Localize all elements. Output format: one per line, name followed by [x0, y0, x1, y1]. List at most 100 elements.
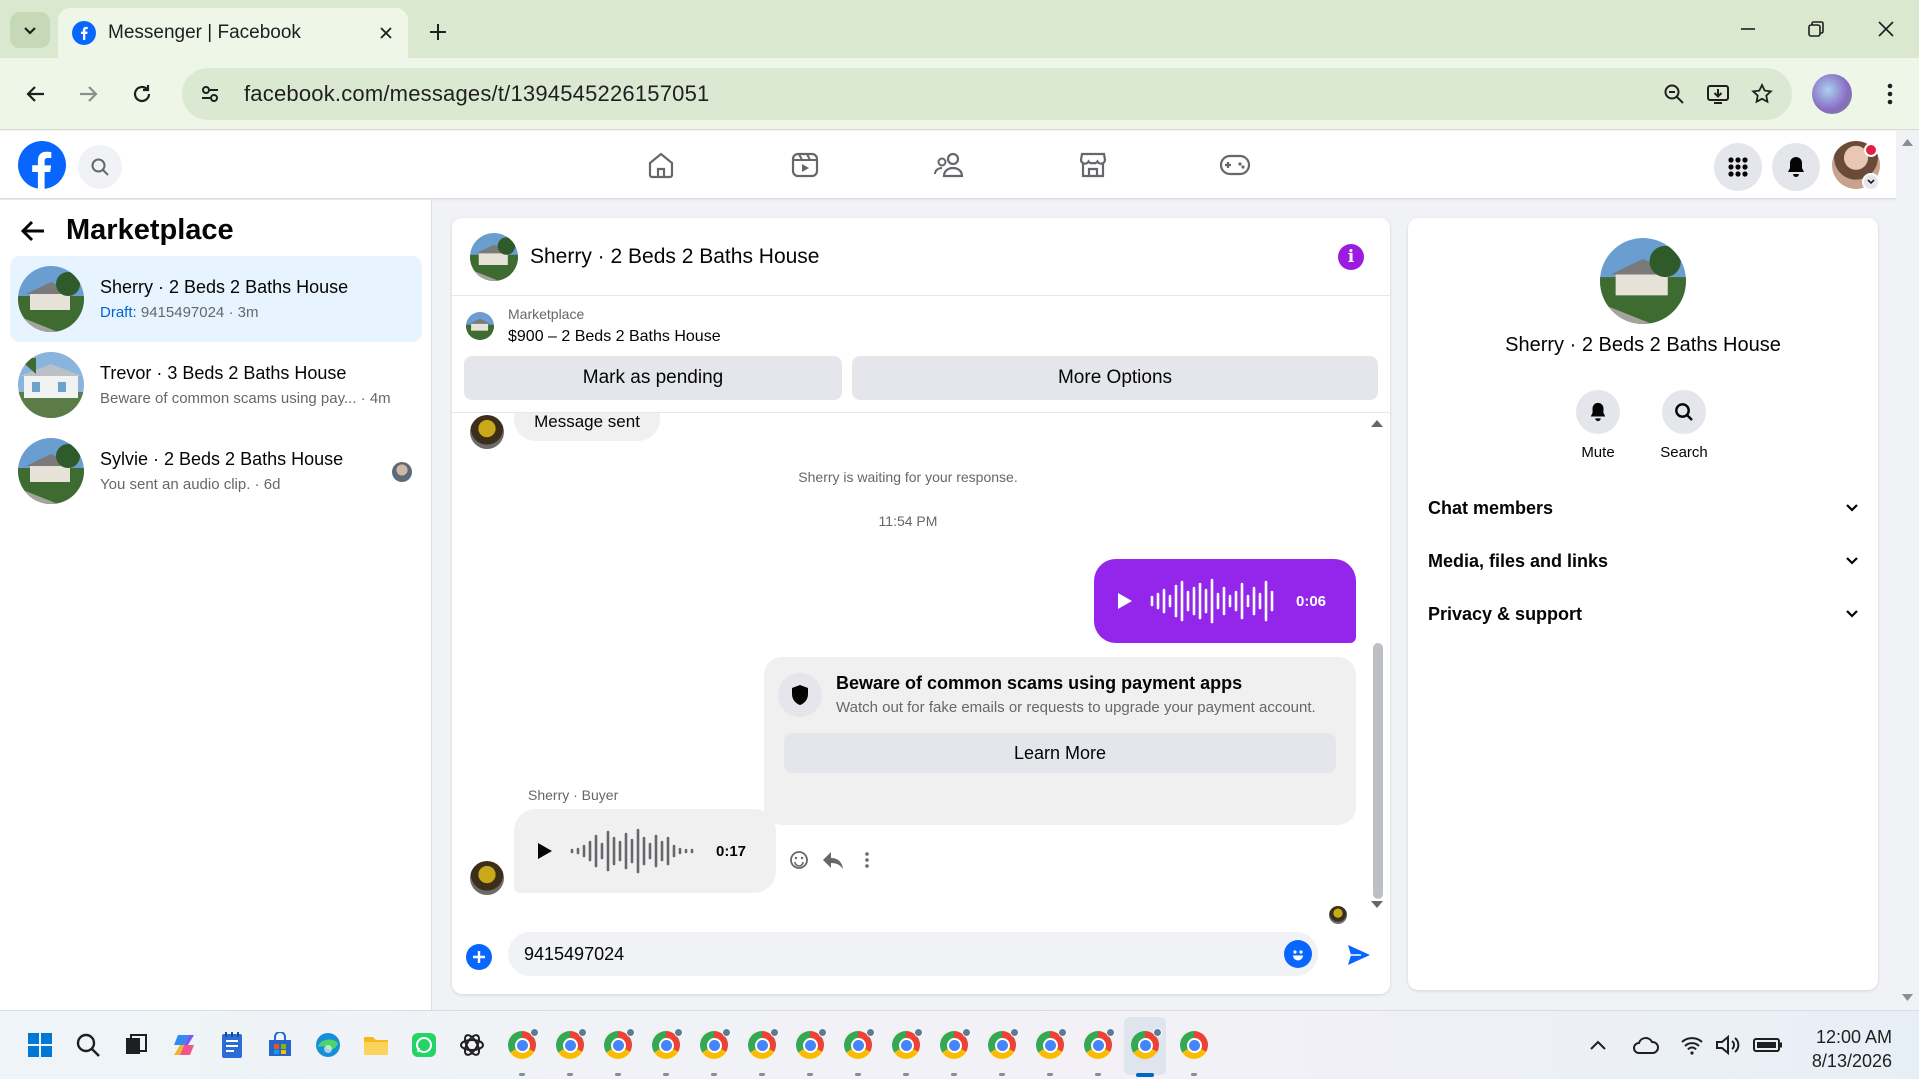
back-arrow-icon[interactable]	[20, 219, 46, 243]
nav-home[interactable]	[606, 139, 716, 191]
notepad-button[interactable]	[216, 1029, 248, 1061]
chrome-window-button[interactable]	[506, 1028, 539, 1061]
facebook-logo-icon[interactable]	[18, 141, 66, 189]
message-composer: 9415497024	[452, 932, 1390, 994]
notifications-button[interactable]	[1772, 143, 1820, 191]
chrome-window-button[interactable]	[746, 1028, 779, 1061]
chat-title[interactable]: Sherry · 2 Beds 2 Baths House	[530, 245, 819, 269]
smiley-icon	[790, 851, 808, 869]
chrome-window-button[interactable]	[938, 1028, 971, 1061]
start-button[interactable]	[24, 1029, 56, 1061]
minimize-window-button[interactable]	[1720, 10, 1776, 48]
whatsapp-button[interactable]	[408, 1029, 440, 1061]
chat-panel: Sherry · 2 Beds 2 Baths House i Marketpl…	[452, 218, 1390, 994]
reply-button[interactable]	[818, 845, 848, 875]
openai-icon	[460, 1034, 484, 1056]
chrome-window-button[interactable]	[698, 1028, 731, 1061]
chrome-window-button[interactable]	[602, 1028, 635, 1061]
store-button[interactable]	[264, 1029, 296, 1061]
chatgpt-button[interactable]	[456, 1029, 488, 1061]
install-app-button[interactable]	[1696, 72, 1740, 116]
chrome-icon	[844, 1028, 875, 1059]
browser-menu-button[interactable]	[1870, 72, 1910, 116]
new-tab-button[interactable]	[420, 14, 456, 50]
scrollbar-thumb[interactable]	[1373, 643, 1383, 899]
sent-audio-message[interactable]: 0:06	[1094, 559, 1356, 643]
url-text[interactable]: facebook.com/messages/t/1394545226157051	[244, 81, 1652, 107]
show-hidden-icons-button[interactable]	[1582, 1029, 1614, 1061]
section-media-files-links[interactable]: Media, files and links	[1428, 541, 1858, 581]
browser-profile-avatar[interactable]	[1812, 74, 1852, 114]
nav-marketplace[interactable]	[1038, 139, 1148, 191]
conversation-item[interactable]: Sherry · 2 Beds 2 Baths House Draft: 941…	[10, 256, 422, 342]
volume-button[interactable]	[1712, 1029, 1744, 1061]
chrome-window-button[interactable]	[554, 1028, 587, 1061]
chat-avatar[interactable]	[470, 232, 518, 281]
conversation-item[interactable]: Trevor · 3 Beds 2 Baths House Beware of …	[10, 342, 422, 428]
close-tab-icon[interactable]	[378, 25, 394, 41]
close-window-button[interactable]	[1858, 10, 1914, 48]
section-privacy-support[interactable]: Privacy & support	[1428, 594, 1858, 634]
battery-button[interactable]	[1752, 1029, 1784, 1061]
restore-window-button[interactable]	[1788, 10, 1844, 48]
task-view-button[interactable]	[120, 1029, 152, 1061]
tab-search-button[interactable]	[10, 12, 50, 48]
menu-button[interactable]	[1714, 143, 1762, 191]
emoji-button[interactable]	[1284, 940, 1312, 968]
chrome-window-button[interactable]	[890, 1028, 923, 1061]
address-bar[interactable]: facebook.com/messages/t/1394545226157051	[182, 68, 1792, 120]
browser-tab-active[interactable]: Messenger | Facebook	[58, 8, 408, 58]
onedrive-button[interactable]	[1630, 1029, 1662, 1061]
network-button[interactable]	[1676, 1029, 1708, 1061]
chrome-window-button[interactable]	[986, 1028, 1019, 1061]
gaming-icon	[1219, 154, 1251, 176]
received-audio-message[interactable]: 0:17	[514, 809, 776, 893]
zoom-button[interactable]	[1652, 72, 1696, 116]
chrome-window-button[interactable]	[1034, 1028, 1067, 1061]
message-input[interactable]: 9415497024	[508, 932, 1318, 976]
tab-title: Messenger | Facebook	[108, 22, 301, 43]
conversation-info-button[interactable]: i	[1338, 244, 1364, 270]
more-actions-button[interactable]	[852, 845, 882, 875]
send-button[interactable]	[1344, 940, 1374, 970]
nav-gaming[interactable]	[1180, 139, 1290, 191]
copilot-button[interactable]	[168, 1029, 200, 1061]
section-chat-members[interactable]: Chat members	[1428, 488, 1858, 528]
chrome-window-button[interactable]	[842, 1028, 875, 1061]
file-explorer-button[interactable]	[360, 1029, 392, 1061]
account-menu-chevron[interactable]	[1862, 173, 1880, 191]
conversation-item[interactable]: Sylvie · 2 Beds 2 Baths House You sent a…	[10, 428, 422, 514]
bookmark-button[interactable]	[1740, 72, 1784, 116]
chrome-window-button[interactable]	[1082, 1028, 1115, 1061]
mark-as-pending-button[interactable]: Mark as pending	[464, 356, 842, 400]
back-button[interactable]	[14, 72, 58, 116]
more-attachments-button[interactable]	[466, 944, 492, 970]
search-in-conversation-button[interactable]: Search	[1644, 390, 1724, 461]
reload-button[interactable]	[120, 72, 164, 116]
learn-more-button[interactable]: Learn More	[784, 733, 1336, 773]
arrow-right-icon	[80, 86, 98, 102]
chrome-window-button-active[interactable]	[1129, 1028, 1162, 1061]
nav-friends[interactable]	[894, 139, 1004, 191]
more-options-button[interactable]: More Options	[852, 356, 1378, 400]
play-icon[interactable]	[1116, 591, 1134, 611]
chrome-window-button[interactable]	[1178, 1029, 1210, 1061]
page-scrollbar[interactable]	[1896, 131, 1919, 1011]
chat-avatar-large[interactable]	[1600, 238, 1686, 324]
chevron-down-icon	[1846, 610, 1858, 618]
listing-summary[interactable]: Marketplace $900 – 2 Beds 2 Baths House	[466, 306, 721, 346]
message-bubble[interactable]: Message sent	[514, 413, 660, 441]
mute-button[interactable]: Mute	[1558, 390, 1638, 461]
nav-video[interactable]	[750, 139, 860, 191]
play-icon[interactable]	[536, 841, 554, 861]
forward-button[interactable]	[66, 72, 110, 116]
chrome-window-button[interactable]	[794, 1028, 827, 1061]
react-button[interactable]	[784, 845, 814, 875]
chrome-window-button[interactable]	[650, 1028, 683, 1061]
edge-button[interactable]	[312, 1029, 344, 1061]
thread-scrollbar[interactable]	[1366, 413, 1388, 914]
taskbar-search-button[interactable]	[72, 1029, 104, 1061]
site-info-button[interactable]	[190, 74, 230, 114]
clock[interactable]: 12:00 AM 8/13/2026	[1800, 1025, 1892, 1073]
facebook-search-button[interactable]	[78, 145, 122, 189]
